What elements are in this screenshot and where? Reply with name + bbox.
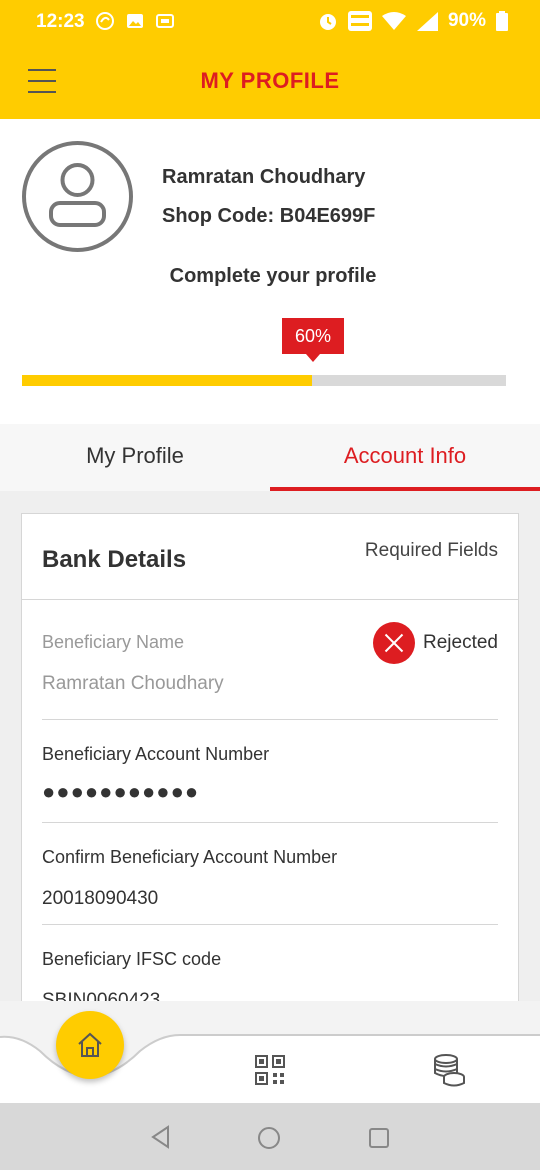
progress-percentage-badge: 60% xyxy=(282,318,344,362)
required-fields-label: Required Fields xyxy=(364,540,498,561)
shop-code: Shop Code: B04E699F xyxy=(162,205,376,227)
system-navigation-bar xyxy=(0,1103,540,1170)
recent-apps-icon[interactable] xyxy=(369,1128,389,1148)
home-button[interactable] xyxy=(56,1011,124,1079)
user-name: Ramratan Choudhary xyxy=(162,166,366,188)
status-bar: 12:23 90% xyxy=(0,0,540,44)
progress-fill xyxy=(22,375,313,386)
ifsc-code-field[interactable]: Beneficiary IFSC code SBIN0060423 xyxy=(42,925,498,1001)
app-header: MY PROFILE xyxy=(0,44,540,119)
tab-my-profile[interactable]: My Profile xyxy=(0,424,270,491)
avatar[interactable] xyxy=(22,141,133,252)
alarm-icon xyxy=(319,14,336,30)
bottom-navigation xyxy=(0,1001,540,1103)
tab-label: My Profile xyxy=(86,443,184,468)
field-label: Beneficiary Account Number xyxy=(42,744,270,764)
rejected-status: Rejected xyxy=(373,622,498,664)
tab-label: Account Info xyxy=(343,443,467,468)
user-icon xyxy=(49,163,106,227)
field-value: 20018090430 xyxy=(42,888,159,909)
battery-percentage: 90% xyxy=(447,10,486,31)
sync-icon xyxy=(96,12,114,30)
section-title: Bank Details xyxy=(42,546,187,573)
signal-icon xyxy=(416,12,438,31)
page-title: MY PROFILE xyxy=(200,68,340,93)
wifi-icon xyxy=(381,12,406,30)
back-icon[interactable] xyxy=(150,1125,172,1149)
vowifi-icon xyxy=(347,11,372,31)
system-home-icon[interactable] xyxy=(258,1127,280,1149)
field-label: Confirm Beneficiary Account Number xyxy=(42,847,338,867)
image-icon xyxy=(127,14,143,28)
field-value: SBIN0060423 xyxy=(42,990,161,1001)
status-label: Rejected xyxy=(423,632,498,653)
bank-details-card: Bank Details Required Fields Beneficiary… xyxy=(21,513,519,1001)
profile-progress-bar xyxy=(22,375,506,386)
beneficiary-name-field[interactable]: Beneficiary Name Ramratan Choudhary Reje… xyxy=(42,600,498,720)
media-icon xyxy=(156,14,174,28)
tab-account-info[interactable]: Account Info xyxy=(270,424,540,491)
rejected-icon xyxy=(373,622,415,664)
tab-bar: My Profile Account Info xyxy=(0,424,540,491)
field-label: Beneficiary IFSC code xyxy=(42,949,222,969)
profile-summary: Ramratan Choudhary Shop Code: B04E699F C… xyxy=(0,119,540,424)
status-time: 12:23 xyxy=(36,11,85,32)
coins-icon[interactable] xyxy=(432,1053,466,1087)
qr-code-icon[interactable] xyxy=(255,1055,285,1085)
home-icon xyxy=(78,1032,102,1057)
field-value: ●●●●●●●●●●● xyxy=(42,779,200,804)
confirm-account-number-field[interactable]: Confirm Beneficiary Account Number 20018… xyxy=(42,823,498,925)
content-area[interactable]: Bank Details Required Fields Beneficiary… xyxy=(0,491,540,1001)
battery-icon xyxy=(496,11,508,31)
complete-profile-label: Complete your profile xyxy=(169,265,377,287)
account-number-field[interactable]: Beneficiary Account Number ●●●●●●●●●●● xyxy=(42,720,498,823)
